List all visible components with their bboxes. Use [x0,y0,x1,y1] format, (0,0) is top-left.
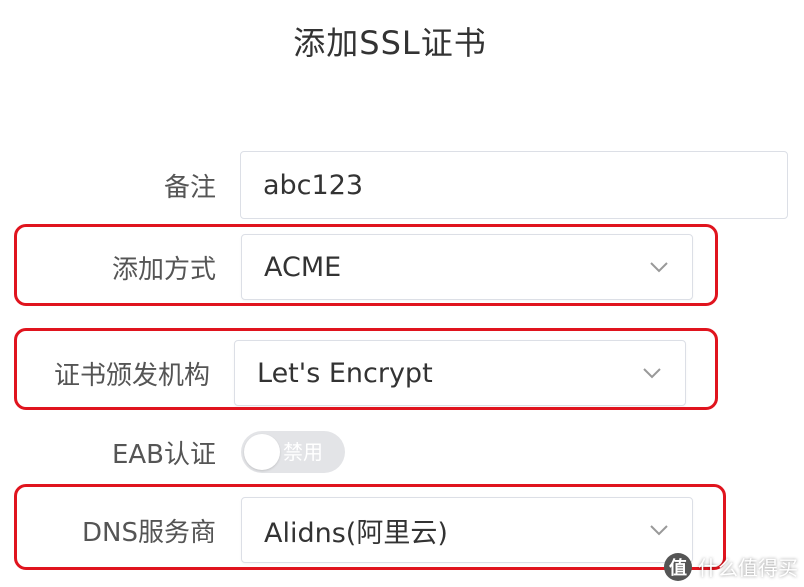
remark-label: 备注 [163,172,216,203]
eab-label: EAB认证 [111,439,216,470]
eab-toggle[interactable]: 禁用 [241,431,345,473]
dns-provider-select[interactable]: Alidns(阿里云) [241,497,693,563]
watermark-logo-icon: 值 [664,552,692,581]
remark-input[interactable] [240,151,788,219]
dns-provider-row: DNS服务商 Alidns(阿里云) [14,497,718,563]
add-method-row: 添加方式 ACME [14,234,718,300]
add-method-label: 添加方式 [111,254,216,285]
eab-toggle-text: 禁用 [283,440,323,464]
issuer-select[interactable]: Let's Encrypt [234,340,686,406]
chevron-down-icon [648,519,670,541]
watermark-text: 什么值得买 [698,556,798,580]
dns-provider-value: Alidns(阿里云) [264,517,448,549]
issuer-label: 证书颁发机构 [53,360,210,391]
add-method-value: ACME [264,251,342,283]
issuer-row: 证书颁发机构 Let's Encrypt [14,340,718,406]
watermark: 值 什么值得买 [664,552,798,581]
chevron-down-icon [641,362,663,384]
toggle-knob [244,434,280,470]
dns-provider-label: DNS服务商 [82,517,216,548]
chevron-down-icon [648,256,670,278]
add-method-select[interactable]: ACME [241,234,693,300]
remark-row: 备注 [14,151,788,219]
dialog-title: 添加SSL证书 [293,24,487,62]
eab-row: EAB认证 禁用 [14,431,718,473]
issuer-value: Let's Encrypt [257,357,433,389]
